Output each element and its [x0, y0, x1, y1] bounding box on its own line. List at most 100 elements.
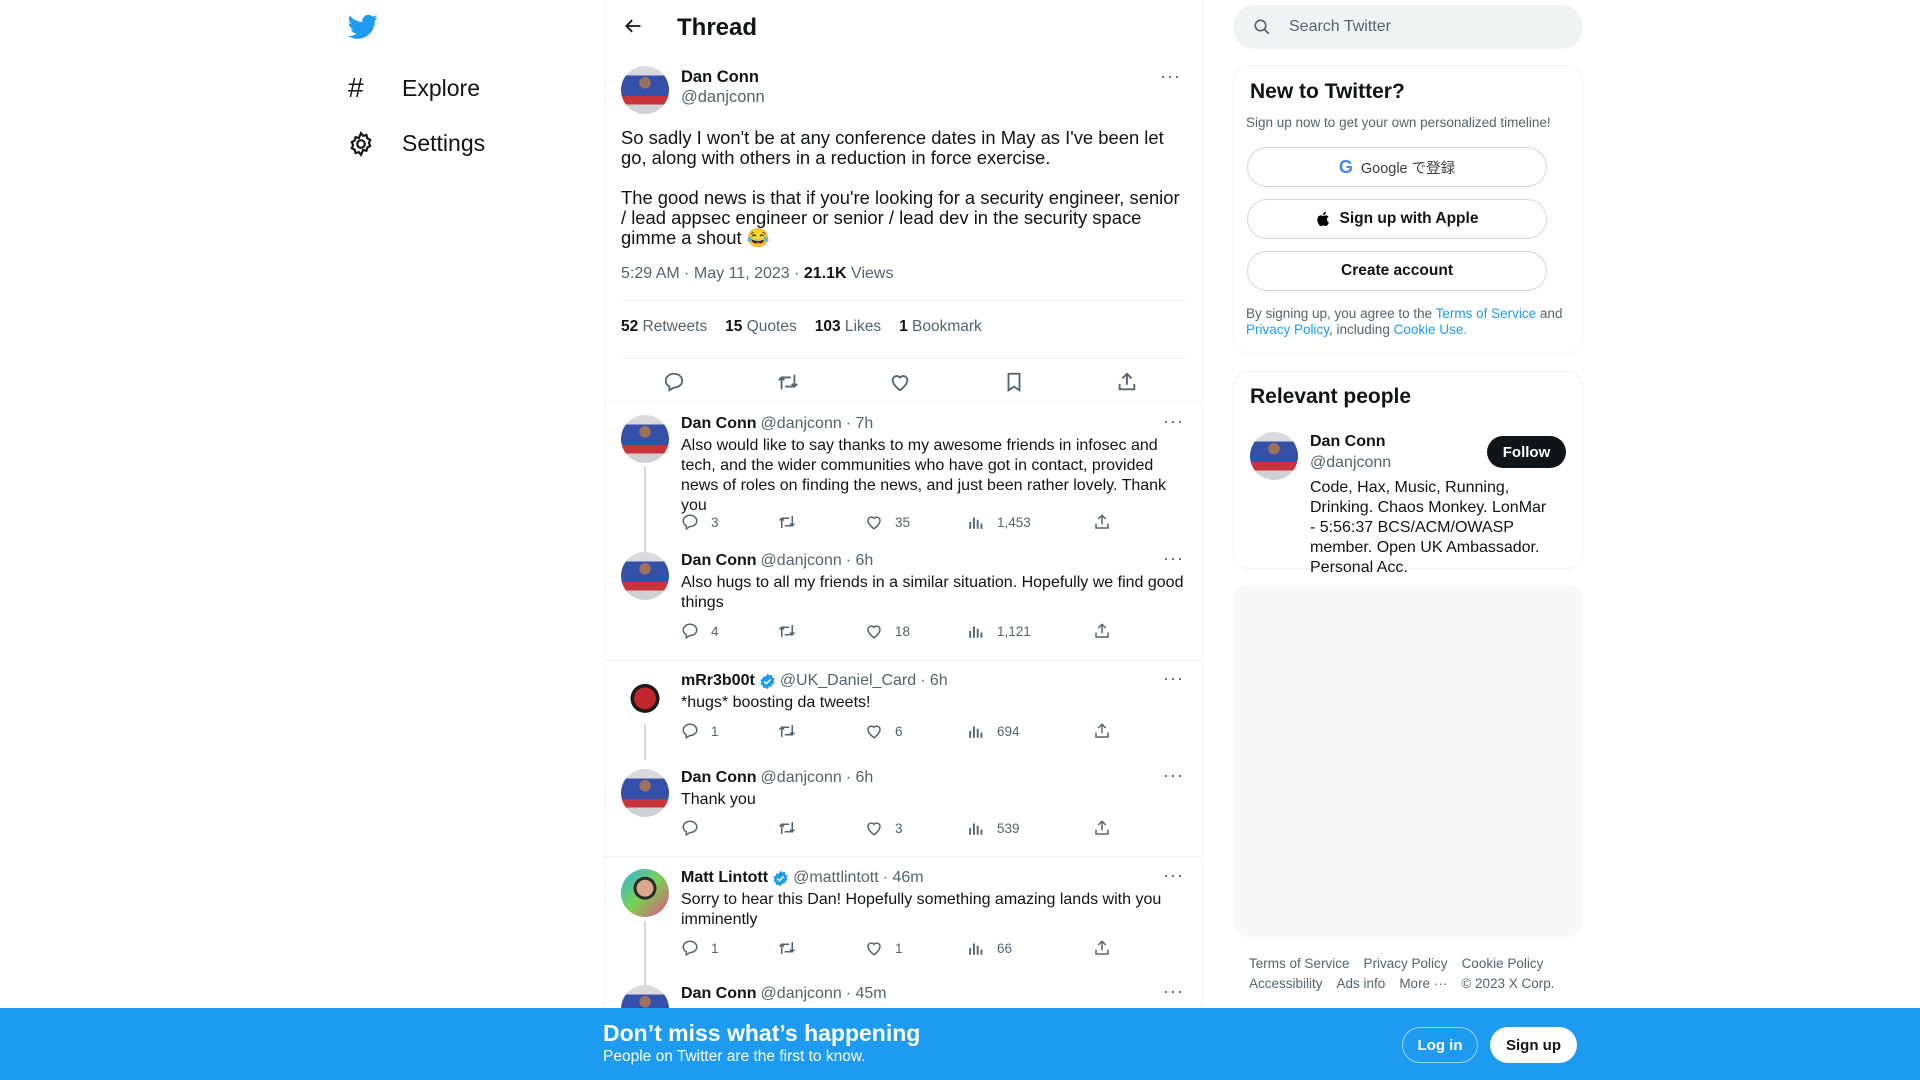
- reply-author-name[interactable]: Dan Conn: [681, 415, 757, 433]
- views-button[interactable]: 66: [967, 939, 1012, 957]
- like-button[interactable]: 6: [865, 722, 903, 740]
- footer-privacy[interactable]: Privacy Policy: [1364, 956, 1448, 971]
- tos-link[interactable]: Terms of Service: [1436, 306, 1537, 321]
- reply-author-handle[interactable]: @mattlintott: [793, 869, 879, 887]
- reply-button[interactable]: 1: [681, 939, 719, 957]
- share-button[interactable]: [1093, 622, 1111, 640]
- back-arrow-icon[interactable]: [623, 16, 643, 36]
- person-name[interactable]: Dan Conn: [1310, 433, 1386, 451]
- bookmark-icon[interactable]: [1003, 371, 1025, 393]
- views-button[interactable]: 539: [967, 819, 1020, 837]
- avatar[interactable]: [621, 552, 669, 600]
- reply-button[interactable]: 3: [681, 513, 719, 531]
- footer-accessibility[interactable]: Accessibility: [1249, 976, 1323, 991]
- reply-time[interactable]: · 7h: [846, 415, 874, 433]
- reply-time[interactable]: · 6h: [846, 552, 874, 570]
- avatar[interactable]: [621, 869, 669, 917]
- reply-button[interactable]: 4: [681, 622, 719, 640]
- reply-author-handle[interactable]: @UK_Daniel_Card: [780, 672, 916, 690]
- reply-time[interactable]: · 45m: [846, 985, 887, 1003]
- reply-icon[interactable]: [663, 371, 685, 393]
- share-button[interactable]: [1093, 513, 1111, 531]
- nav-explore[interactable]: # Explore: [348, 72, 480, 104]
- verified-badge-icon: [759, 673, 776, 690]
- more-icon[interactable]: ···: [1163, 765, 1184, 786]
- reply-button[interactable]: [681, 819, 711, 837]
- share-button[interactable]: [1093, 722, 1111, 740]
- reply-author-handle[interactable]: @danjconn: [761, 769, 842, 787]
- share-icon: [1095, 940, 1109, 955]
- retweet-button[interactable]: [777, 513, 797, 531]
- footer-more[interactable]: More ···: [1399, 976, 1447, 991]
- like-button[interactable]: 18: [865, 622, 910, 640]
- avatar[interactable]: [621, 66, 669, 114]
- reply-icon: [682, 940, 698, 957]
- more-icon[interactable]: ···: [1163, 668, 1184, 689]
- share-button[interactable]: [1093, 939, 1111, 957]
- reply-author-name[interactable]: Dan Conn: [681, 985, 757, 1003]
- stat-quotes[interactable]: 15 Quotes: [725, 318, 797, 336]
- author-name[interactable]: Dan Conn: [681, 68, 759, 87]
- views-count: 1,121: [997, 623, 1031, 639]
- like-count: 1: [895, 940, 903, 956]
- share-button[interactable]: [1093, 819, 1111, 837]
- signup-button[interactable]: Sign up: [1490, 1027, 1577, 1063]
- privacy-link[interactable]: Privacy Policy: [1246, 322, 1329, 337]
- twitter-logo-icon[interactable]: [348, 14, 378, 40]
- apple-signup-button[interactable]: Sign up with Apple: [1247, 199, 1547, 239]
- avatar[interactable]: [621, 769, 669, 817]
- more-icon[interactable]: ···: [1163, 548, 1184, 569]
- stat-bookmarks[interactable]: 1 Bookmark: [899, 318, 982, 336]
- reply-count: 4: [711, 623, 719, 639]
- create-account-button[interactable]: Create account: [1247, 251, 1547, 291]
- author-handle[interactable]: @danjconn: [681, 88, 765, 107]
- reply-author-name[interactable]: Dan Conn: [681, 769, 757, 787]
- more-icon[interactable]: ···: [1163, 981, 1184, 1002]
- nav-settings[interactable]: Settings: [348, 130, 485, 157]
- like-button[interactable]: 1: [865, 939, 903, 957]
- footer-cookie[interactable]: Cookie Policy: [1462, 956, 1544, 971]
- more-icon[interactable]: ···: [1163, 865, 1184, 886]
- login-button[interactable]: Log in: [1402, 1027, 1478, 1063]
- like-button[interactable]: 3: [865, 819, 903, 837]
- person-bio: Code, Hax, Music, Running, Drinking. Cha…: [1310, 479, 1573, 576]
- follow-button[interactable]: Follow: [1487, 436, 1566, 468]
- views-label: Views: [846, 265, 894, 282]
- like-button[interactable]: 35: [865, 513, 910, 531]
- more-icon[interactable]: ···: [1163, 411, 1184, 432]
- footer-ads[interactable]: Ads info: [1337, 976, 1386, 991]
- share-icon[interactable]: [1116, 371, 1138, 393]
- reply-time[interactable]: · 46m: [883, 869, 924, 887]
- like-icon[interactable]: [889, 371, 911, 393]
- google-signup-button[interactable]: G Google で登録: [1247, 147, 1547, 187]
- reply-author-handle[interactable]: @danjconn: [761, 552, 842, 570]
- retweet-icon[interactable]: [776, 371, 800, 393]
- reply-author-handle[interactable]: @danjconn: [761, 415, 842, 433]
- views-button[interactable]: 1,121: [967, 622, 1031, 640]
- search-input[interactable]: Search Twitter: [1233, 5, 1583, 49]
- views-button[interactable]: 694: [967, 722, 1020, 740]
- retweet-button[interactable]: [777, 622, 797, 640]
- signup-subtitle: Sign up now to get your own personalized…: [1246, 115, 1551, 130]
- reply-time[interactable]: · 6h: [920, 672, 948, 690]
- views-button[interactable]: 1,453: [967, 513, 1031, 531]
- stat-likes[interactable]: 103 Likes: [815, 318, 881, 336]
- reply-author-name[interactable]: Dan Conn: [681, 552, 757, 570]
- retweet-button[interactable]: [777, 722, 797, 740]
- timestamp[interactable]: 5:29 AM · May 11, 2023 ·: [621, 265, 804, 282]
- stat-retweets[interactable]: 52 Retweets: [621, 318, 707, 336]
- more-icon[interactable]: ···: [1160, 66, 1181, 87]
- avatar[interactable]: [621, 415, 669, 463]
- reply-author-handle[interactable]: @danjconn: [761, 985, 842, 1003]
- retweet-button[interactable]: [777, 939, 797, 957]
- footer-tos[interactable]: Terms of Service: [1249, 956, 1350, 971]
- avatar[interactable]: [1250, 432, 1298, 480]
- reply-time[interactable]: · 6h: [846, 769, 874, 787]
- reply-author-name[interactable]: Matt Lintott: [681, 869, 768, 887]
- cookie-link[interactable]: Cookie Use.: [1394, 322, 1468, 337]
- reply-button[interactable]: 1: [681, 722, 719, 740]
- avatar[interactable]: [621, 672, 669, 720]
- reply-author-name[interactable]: mRr3b00t: [681, 672, 755, 690]
- retweet-button[interactable]: [777, 819, 797, 837]
- person-handle[interactable]: @danjconn: [1310, 454, 1391, 472]
